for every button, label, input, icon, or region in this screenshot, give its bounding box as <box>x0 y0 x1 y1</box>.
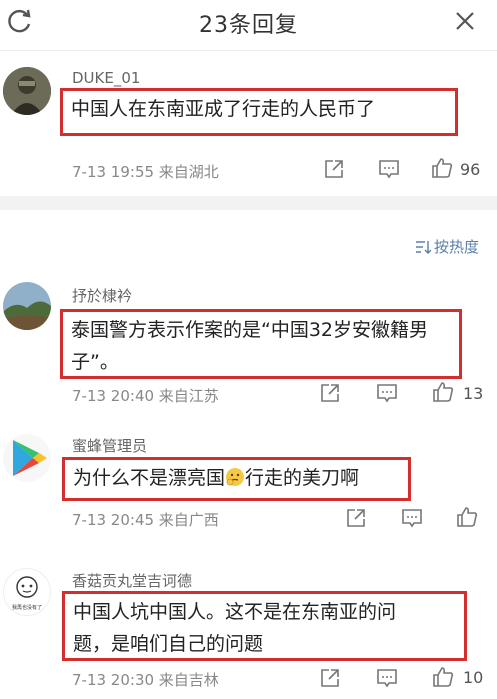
sort-button[interactable]: 按热度 <box>415 236 479 257</box>
comment-text-part: 行走的美刀啊 <box>245 467 360 489</box>
username[interactable]: 香菇贡丸堂吉诃德 <box>72 570 192 591</box>
comment-text-part: 为什么不是漂亮国 <box>73 467 226 489</box>
avatar-caption: 我再也没有了 <box>11 605 42 611</box>
comment-icon[interactable] <box>377 157 401 181</box>
username[interactable]: DUKE_01 <box>72 69 140 87</box>
comment-icon[interactable] <box>375 381 399 405</box>
like-count: 13 <box>463 384 484 403</box>
avatar[interactable] <box>3 67 51 115</box>
like-count: 10 <box>463 668 484 687</box>
share-icon[interactable] <box>344 506 368 530</box>
like-icon[interactable] <box>431 665 455 689</box>
play-store-icon <box>13 440 47 476</box>
comment-meta: 7-13 20:30 来自吉林 <box>72 671 219 689</box>
username[interactable]: 抒於棣衿 <box>72 285 132 306</box>
page-title: 23条回复 <box>199 13 298 38</box>
comment-meta: 7-13 19:55 来自湖北 <box>72 163 219 181</box>
comment-line: 题，是咱们自己的问题 <box>73 633 264 655</box>
comment-text: 为什么不是漂亮国 行走的美刀啊 <box>62 457 411 501</box>
avatar[interactable]: 我再也没有了 <box>3 568 51 616</box>
avatar[interactable] <box>3 434 51 482</box>
comment-icon[interactable] <box>375 666 399 690</box>
comment-meta: 7-13 20:45 来自广西 <box>72 511 219 529</box>
sort-label: 按热度 <box>433 238 479 256</box>
comment-meta: 7-13 20:40 来自江苏 <box>72 387 219 405</box>
header-bar: 23条回复 <box>0 0 497 51</box>
like-icon[interactable] <box>455 505 479 529</box>
comment-icon[interactable] <box>400 506 424 530</box>
avatar[interactable] <box>3 282 51 330</box>
comment-line: 子”。 <box>71 351 119 373</box>
share-icon[interactable] <box>318 381 342 405</box>
like-count: 96 <box>460 160 481 179</box>
thinking-emoji-icon <box>225 465 245 486</box>
like-icon[interactable] <box>430 156 454 180</box>
section-divider <box>0 196 497 210</box>
comment-line: 中国人坑中国人。这不是在东南亚的问 <box>73 601 397 623</box>
comment-text: 中国人在东南亚成了行走的人民币了 <box>60 88 458 136</box>
share-icon[interactable] <box>318 666 342 690</box>
sort-icon <box>415 241 432 254</box>
comment-text: 泰国警方表示作案的是“中国32岁安徽籍男 子”。 <box>60 309 462 379</box>
comment-text: 中国人坑中国人。这不是在东南亚的问 题，是咱们自己的问题 <box>62 591 467 661</box>
share-icon[interactable] <box>322 157 346 181</box>
comment-line: 泰国警方表示作案的是“中国32岁安徽籍男 <box>71 319 429 341</box>
like-icon[interactable] <box>431 380 455 404</box>
close-icon[interactable] <box>453 9 477 33</box>
username[interactable]: 蜜蜂管理员 <box>72 435 147 456</box>
